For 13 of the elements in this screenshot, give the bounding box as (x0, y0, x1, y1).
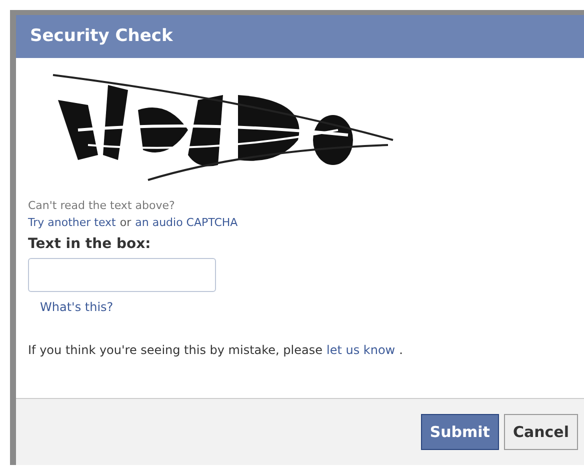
text: . (399, 343, 403, 357)
text: or (120, 215, 132, 231)
dialog-title: Security Check (16, 15, 584, 58)
field-label: Text in the box: (28, 236, 152, 252)
whats-this-link[interactable]: What's this? (40, 300, 114, 314)
cancel-button[interactable]: Cancel (504, 414, 578, 450)
link[interactable]: an audio CAPTCHA (135, 214, 238, 232)
text: If you think you're seeing this by mistake, please (28, 343, 322, 357)
help-text: Can't read the text above? (28, 198, 176, 214)
link[interactable]: let us know (326, 343, 396, 357)
submit-button[interactable]: Submit (420, 414, 499, 450)
link[interactable]: Try another text (28, 214, 116, 232)
input-field[interactable] (28, 258, 216, 292)
